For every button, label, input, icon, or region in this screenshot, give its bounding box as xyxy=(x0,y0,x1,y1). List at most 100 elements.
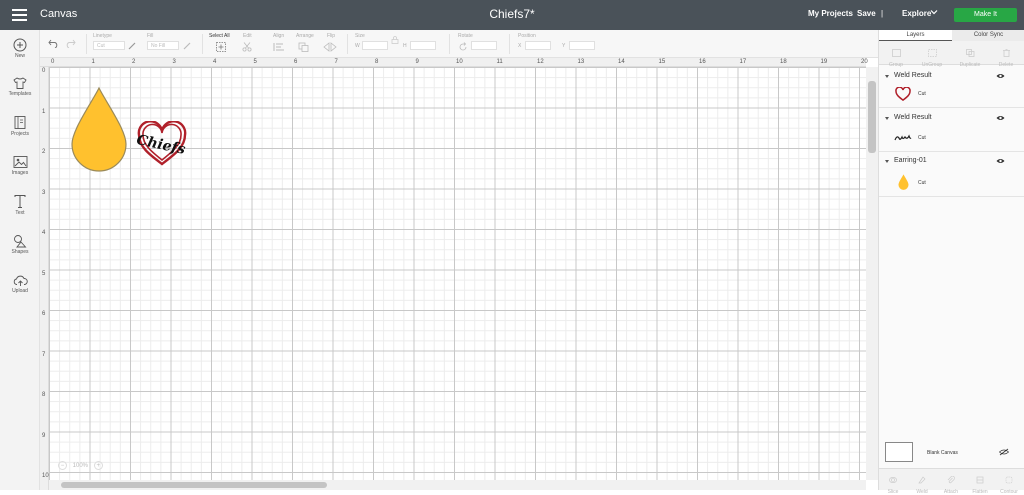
menu-icon[interactable] xyxy=(12,9,27,21)
delete-button[interactable]: Delete xyxy=(989,44,1023,68)
height-input[interactable] xyxy=(410,41,436,50)
sidebar-item-new[interactable]: New xyxy=(0,38,40,59)
layer-group[interactable]: Earring-01 xyxy=(879,154,1024,168)
contour-button[interactable]: Contour xyxy=(995,471,1023,495)
chevron-down-icon[interactable] xyxy=(930,8,938,16)
layer-item[interactable]: Cut xyxy=(879,174,1024,192)
tab-color-sync[interactable]: Color Sync xyxy=(952,30,1024,41)
toolbar-divider xyxy=(509,34,510,54)
ruler-left-number: 7 xyxy=(42,351,46,358)
collapse-triangle-icon[interactable] xyxy=(885,160,889,163)
eye-icon[interactable] xyxy=(996,115,1005,121)
layer-item[interactable]: Cut xyxy=(879,85,1024,103)
flatten-button[interactable]: Flatten xyxy=(966,471,994,495)
position-y-label: Y xyxy=(562,43,566,49)
teardrop-thumbnail xyxy=(898,174,909,190)
layer-group[interactable]: Weld Result xyxy=(879,69,1024,83)
project-title: Chiefs7* xyxy=(489,7,535,21)
projects-icon xyxy=(14,116,26,129)
lock-icon[interactable] xyxy=(391,36,399,44)
earring-teardrop-shape[interactable] xyxy=(70,86,128,172)
fill-select[interactable]: No Fill xyxy=(147,41,179,50)
explore-menu[interactable]: Explore xyxy=(902,9,931,18)
ruler-top-number: 16 xyxy=(699,59,706,65)
header-divider: | xyxy=(881,9,884,18)
ruler-top-number: 0 xyxy=(51,59,55,65)
design-canvas[interactable]: 0 1 2 3 4 5 6 7 8 9 10 11 12 13 14 15 16 17 18 19 20 0123456… xyxy=(40,58,878,490)
slice-button[interactable]: Slice xyxy=(879,471,907,495)
sidebar-item-shapes[interactable]: Shapes xyxy=(0,234,40,255)
rotate-input[interactable] xyxy=(471,41,497,50)
sidebar-item-projects[interactable]: Projects xyxy=(0,115,40,137)
position-label: Position xyxy=(518,33,536,39)
collapse-triangle-icon[interactable] xyxy=(885,117,889,120)
plus-circle-icon xyxy=(13,38,27,52)
arrange-icon[interactable] xyxy=(298,42,312,52)
zoom-control: − 100% + xyxy=(58,461,103,473)
scissors-icon[interactable] xyxy=(242,42,256,52)
sidebar-item-text[interactable]: Text xyxy=(0,194,40,216)
contour-icon xyxy=(1005,476,1013,484)
eye-icon[interactable] xyxy=(996,73,1005,79)
slice-icon xyxy=(889,477,897,483)
hide-eye-icon[interactable] xyxy=(999,448,1009,456)
ruler-top-number: 3 xyxy=(172,59,176,65)
ruler-left-number: 3 xyxy=(42,189,46,196)
select-all-icon[interactable] xyxy=(216,42,226,52)
redo-icon[interactable] xyxy=(65,39,76,48)
chiefs-text-thumbnail xyxy=(894,134,912,141)
duplicate-button[interactable]: Duplicate xyxy=(953,44,987,68)
sidebar-item-upload[interactable]: Upload xyxy=(0,274,40,294)
blank-canvas-swatch[interactable] xyxy=(885,442,913,462)
make-it-button[interactable]: Make It xyxy=(954,8,1017,22)
ruler-left-number: 5 xyxy=(42,270,46,277)
align-icon[interactable] xyxy=(273,42,287,52)
flip-icon[interactable] xyxy=(323,42,337,52)
sidebar-item-images[interactable]: Images xyxy=(0,155,40,176)
text-icon xyxy=(14,195,26,208)
vertical-scroll-thumb[interactable] xyxy=(868,81,876,153)
chiefs-heart-logo[interactable]: Chiefs xyxy=(136,121,188,167)
group-button[interactable]: Group xyxy=(879,44,913,68)
attach-button[interactable]: Attach xyxy=(937,471,965,495)
ruler-left-number: 6 xyxy=(42,311,46,317)
position-y-input[interactable] xyxy=(569,41,595,50)
left-sidebar: New Templates Projects Images Text Shape… xyxy=(0,30,40,490)
ruler-left-number: 8 xyxy=(42,392,46,398)
logo-text: Chiefs xyxy=(136,132,187,158)
rotate-icon[interactable] xyxy=(458,42,468,52)
ruler-top-number: 5 xyxy=(253,59,257,65)
tab-layers[interactable]: Layers xyxy=(879,30,952,41)
sidebar-item-label: New xyxy=(14,53,25,59)
weld-button[interactable]: Weld xyxy=(908,471,936,495)
save-button[interactable]: Save xyxy=(857,9,876,18)
layer-item[interactable]: Cut xyxy=(879,129,1024,147)
shirt-icon xyxy=(13,77,27,89)
ruler-left-number: 1 xyxy=(42,108,46,115)
undo-icon[interactable] xyxy=(48,39,59,48)
position-x-input[interactable] xyxy=(525,41,551,50)
eye-icon[interactable] xyxy=(996,158,1005,164)
sidebar-item-templates[interactable]: Templates xyxy=(0,76,40,97)
my-projects-link[interactable]: My Projects xyxy=(808,9,853,18)
shapes-icon xyxy=(14,235,27,248)
horizontal-scroll-thumb[interactable] xyxy=(61,482,327,488)
layer-group[interactable]: Weld Result xyxy=(879,111,1024,125)
ruler-top-number: 2 xyxy=(132,59,136,65)
collapse-triangle-icon[interactable] xyxy=(885,75,889,78)
ungroup-button[interactable]: UnGroup xyxy=(915,44,949,68)
zoom-in-button[interactable]: + xyxy=(93,461,103,470)
select-all-label: Select All xyxy=(209,33,230,39)
duplicate-icon xyxy=(965,49,974,57)
size-h-label: H xyxy=(403,43,407,49)
zoom-out-button[interactable]: − xyxy=(58,461,67,470)
layer-operation: Cut xyxy=(918,180,926,186)
layer-tools: Group UnGroup Duplicate Delete xyxy=(879,41,1024,68)
width-input[interactable] xyxy=(362,41,388,50)
horizontal-scrollbar[interactable] xyxy=(49,480,866,490)
linetype-select[interactable]: Cut xyxy=(93,41,125,50)
fill-value: No Fill xyxy=(151,43,166,49)
vertical-scrollbar[interactable] xyxy=(866,67,878,480)
ruler-top-number: 10 xyxy=(456,59,463,65)
zoom-level: 100% xyxy=(72,463,89,469)
